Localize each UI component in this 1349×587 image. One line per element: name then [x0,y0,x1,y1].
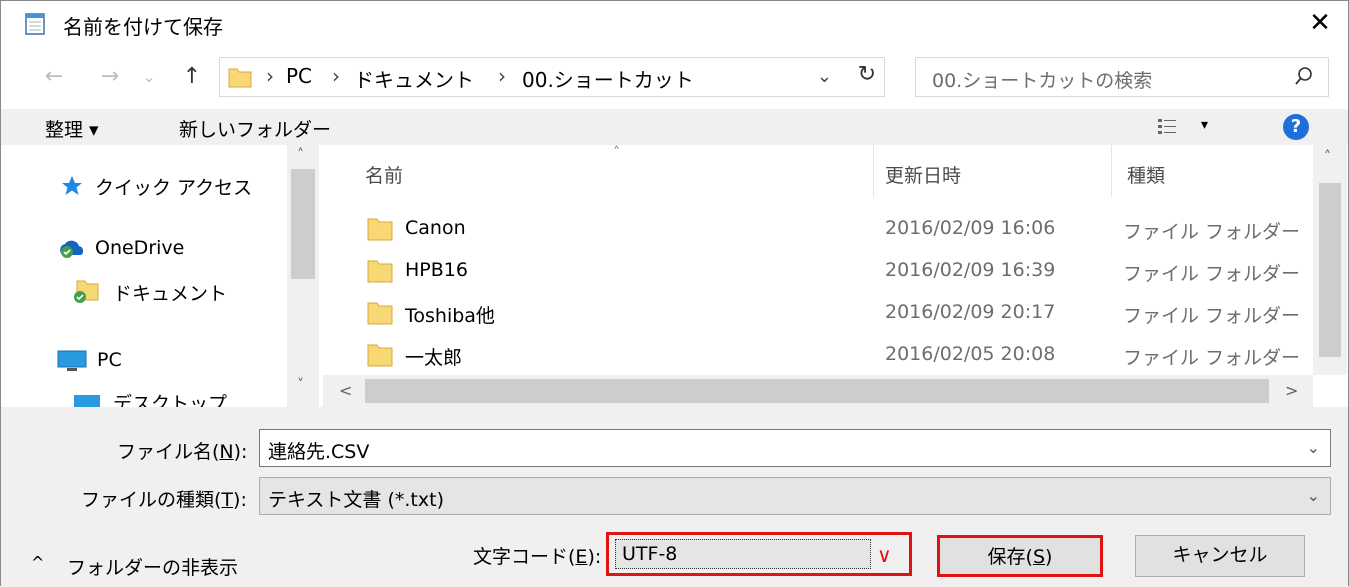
filename-label: ファイル名(N): [117,441,248,463]
column-header-name[interactable]: 名前 [365,161,403,188]
folder-icon [367,302,393,325]
pc-icon [57,350,87,371]
file-list-horizontal-scrollbar[interactable]: < > [323,375,1313,407]
desktop-icon [74,395,100,407]
file-row[interactable]: Canon 2016/02/09 16:06 ファイル フォルダー [323,209,1303,249]
star-icon [62,176,82,195]
scroll-up-arrow[interactable]: ˄ [297,147,304,163]
sort-ascending-icon: ˄ [613,145,620,161]
navigation-bar: ← → ⌄ ↑ › PC › ドキュメント › 00.ショートカット ⌄ ↻ 0… [1,49,1348,105]
forward-button[interactable]: → [93,59,127,95]
encoding-value[interactable]: UTF-8 [622,543,677,565]
breadcrumb-pc[interactable]: PC [286,64,312,88]
file-name: HPB16 [405,259,468,281]
sidebar-scrollbar[interactable]: ˄ ˅ [287,145,319,407]
view-options-icon[interactable] [1157,118,1177,136]
chevron-down-icon[interactable]: ⌄ [1307,438,1320,457]
save-button[interactable]: 保存(S) [937,535,1103,577]
up-button[interactable]: ↑ [175,59,209,95]
new-folder-button[interactable]: 新しいフォルダー [179,115,331,142]
chevron-up-icon: ^ [31,553,45,572]
file-list-vertical-scrollbar[interactable]: ˄ [1313,145,1347,375]
column-divider[interactable] [873,145,874,197]
breadcrumb-separator: › [266,64,274,88]
sidebar-item-desktop[interactable]: デスクトップ [113,389,227,407]
filetype-label: ファイルの種類(T): [81,489,247,511]
file-type: ファイル フォルダー [1123,221,1301,243]
sidebar-item-documents[interactable]: ドキュメント [113,279,227,306]
encoding-value-box[interactable]: UTF-8 [615,539,871,569]
folder-icon [367,218,393,241]
chevron-down-icon[interactable]: ∨ [877,543,892,567]
filename-field[interactable]: 連絡先.CSV ⌄ [259,429,1331,467]
save-options-panel: ファイル名(N): 連絡先.CSV ⌄ ファイルの種類(T): テキスト文書 (… [1,407,1348,587]
file-modified: 2016/02/09 20:17 [885,301,1056,323]
file-type: ファイル フォルダー [1123,263,1301,285]
encoding-select[interactable]: UTF-8 ∨ [606,532,912,576]
chevron-down-icon[interactable]: ⌄ [1307,486,1320,505]
command-bar: 整理 ▾ 新しいフォルダー ▾ ? [1,109,1348,145]
encoding-label: 文字コード(E): [473,546,602,568]
column-divider[interactable] [1111,145,1112,197]
search-box[interactable]: 00.ショートカットの検索 [915,57,1329,97]
refresh-button[interactable]: ↻ [858,62,876,87]
organize-menu[interactable]: 整理 ▾ [45,115,99,142]
file-list: ˄ 名前 更新日時 種類 Canon 2016/02/09 16:06 ファイル… [323,145,1348,407]
view-dropdown-arrow[interactable]: ▾ [1201,117,1208,133]
folder-icon [367,260,393,283]
address-dropdown[interactable]: ⌄ [817,66,832,87]
onedrive-icon [60,240,84,258]
file-row[interactable]: HPB16 2016/02/09 16:39 ファイル フォルダー [323,251,1303,291]
breadcrumb-separator: › [332,64,340,88]
scroll-right-arrow[interactable]: > [1285,381,1298,400]
scrollbar-thumb[interactable] [291,169,315,279]
breadcrumb-shortcuts[interactable]: 00.ショートカット [522,64,694,93]
file-row[interactable]: 一太郎 2016/02/05 20:08 ファイル フォルダー [323,335,1303,375]
scroll-down-arrow[interactable]: ˅ [297,377,304,393]
search-icon[interactable] [1294,66,1314,86]
title-bar: 名前を付けて保存 ✕ [1,1,1348,45]
scrollbar-thumb[interactable] [1319,183,1341,357]
sidebar-item-quick-access[interactable]: クイック アクセス [95,173,252,200]
file-modified: 2016/02/09 16:39 [885,259,1056,281]
save-as-dialog: 名前を付けて保存 ✕ ← → ⌄ ↑ › PC › ドキュメント › 00.ショ… [0,0,1349,587]
sidebar-item-onedrive[interactable]: OneDrive [95,237,184,259]
file-name: 一太郎 [405,347,463,369]
scrollbar-thumb[interactable] [365,379,1269,403]
close-button[interactable]: ✕ [1292,1,1348,45]
scroll-left-arrow[interactable]: < [339,381,352,400]
file-type: ファイル フォルダー [1123,305,1301,327]
breadcrumb-documents[interactable]: ドキュメント [354,64,474,93]
filetype-value[interactable]: テキスト文書 (*.txt) [268,485,444,512]
column-header-type[interactable]: 種類 [1127,161,1165,188]
navigation-pane: クイック アクセス OneDrive ドキュメント PC デスクトップ ˄ ˅ [1,145,323,407]
sidebar-item-pc[interactable]: PC [97,349,122,371]
folder-icon [228,68,252,88]
file-row[interactable]: Toshiba他 2016/02/09 20:17 ファイル フォルダー [323,293,1303,333]
notepad-icon [25,13,45,35]
back-button[interactable]: ← [37,59,71,95]
file-modified: 2016/02/05 20:08 [885,343,1056,365]
filetype-select[interactable]: テキスト文書 (*.txt) ⌄ [259,477,1331,515]
column-header-modified[interactable]: 更新日時 [885,161,961,188]
file-type: ファイル フォルダー [1123,347,1301,369]
folder-sync-icon [74,280,99,303]
scroll-up-arrow[interactable]: ˄ [1324,149,1331,165]
window-title: 名前を付けて保存 [63,15,223,39]
help-icon[interactable]: ? [1283,114,1309,140]
file-modified: 2016/02/09 16:06 [885,217,1056,239]
search-input[interactable]: 00.ショートカットの検索 [932,66,1152,93]
recent-locations-button[interactable]: ⌄ [139,59,159,95]
hide-folders-label: フォルダーの非表示 [67,557,239,579]
folder-icon [367,344,393,367]
address-bar[interactable]: › PC › ドキュメント › 00.ショートカット ⌄ ↻ [219,57,885,97]
filename-value[interactable]: 連絡先.CSV [268,437,369,464]
file-name: Toshiba他 [405,305,495,327]
breadcrumb-separator: › [498,64,506,88]
file-name: Canon [405,217,466,239]
cancel-button[interactable]: キャンセル [1135,535,1305,577]
